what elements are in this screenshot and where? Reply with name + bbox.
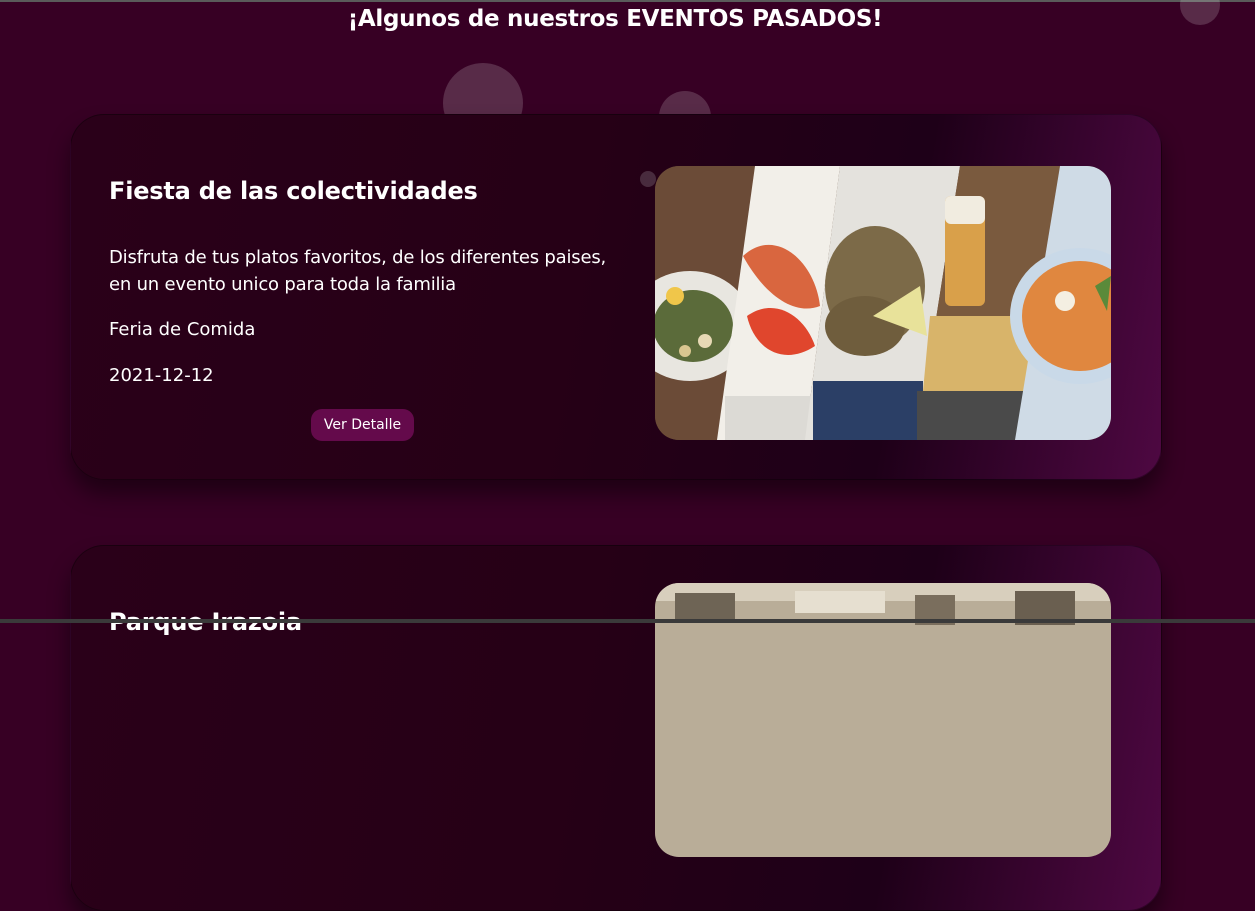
event-category: Feria de Comida	[109, 319, 256, 340]
event-description: Disfruta de tus platos favoritos, de los…	[109, 247, 607, 295]
event-food-collage-image	[655, 166, 1111, 440]
event-title: Fiesta de las colectividades	[109, 177, 478, 205]
ver-detalle-button[interactable]: Ver Detalle	[311, 409, 414, 441]
event-date: 2021-12-12	[109, 365, 214, 386]
section-title: ¡Algunos de nuestros EVENTOS PASADOS!	[347, 6, 883, 32]
browser-bottom-edge	[0, 619, 1255, 623]
event-card: Fiesta de las colectividades Disfruta de…	[70, 114, 1162, 480]
browser-top-edge	[0, 0, 1255, 2]
event-building-image	[655, 583, 1111, 857]
event-card: Parque Irazoia	[70, 545, 1162, 911]
decorative-bubble	[640, 171, 656, 187]
